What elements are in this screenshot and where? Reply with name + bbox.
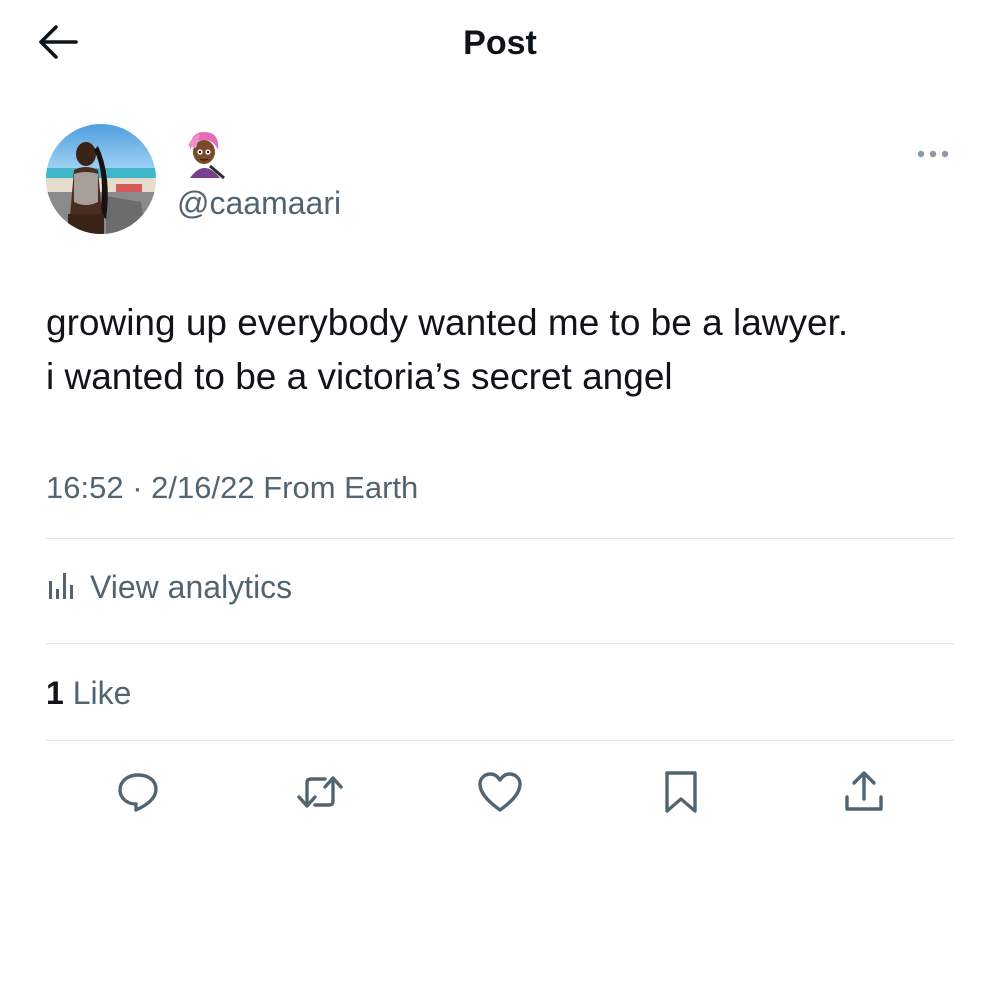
bookmark-button[interactable] [653, 766, 709, 822]
post-source: From Earth [263, 470, 419, 505]
post-text: growing up everybody wanted me to be a l… [46, 296, 966, 404]
view-analytics-link[interactable]: View analytics [46, 563, 292, 611]
name-emoji [180, 128, 228, 180]
repost-button[interactable] [292, 766, 348, 822]
post-text-line: i wanted to be a victoria’s secret angel [46, 356, 673, 397]
likes-count: 1 [46, 675, 64, 711]
divider [46, 643, 954, 644]
more-options-button[interactable] [906, 138, 960, 172]
reply-icon [115, 769, 161, 820]
heart-icon [476, 770, 524, 819]
reply-button[interactable] [110, 766, 166, 822]
post-date[interactable]: 2/16/22 [151, 470, 254, 505]
divider [46, 740, 954, 741]
post-meta: 16:52 · 2/16/22 From Earth [46, 468, 418, 508]
post-time[interactable]: 16:52 [46, 470, 124, 505]
divider [46, 538, 954, 539]
like-button[interactable] [472, 766, 528, 822]
more-horizontal-icon [916, 146, 950, 164]
meta-separator: · [132, 470, 143, 505]
post-text-line: growing up everybody wanted me to be a l… [46, 302, 849, 343]
author-handle[interactable]: @caamaari [177, 183, 341, 223]
bookmark-icon [662, 769, 700, 820]
likes-label: Like [72, 675, 132, 711]
avatar[interactable] [46, 124, 156, 234]
likes-stat[interactable]: 1 Like [46, 673, 131, 713]
share-button[interactable] [836, 766, 892, 822]
repost-icon [295, 769, 345, 820]
page-title: Post [463, 24, 537, 62]
share-icon [842, 769, 886, 820]
view-analytics-label: View analytics [90, 569, 293, 605]
bar-chart-icon [46, 569, 76, 606]
